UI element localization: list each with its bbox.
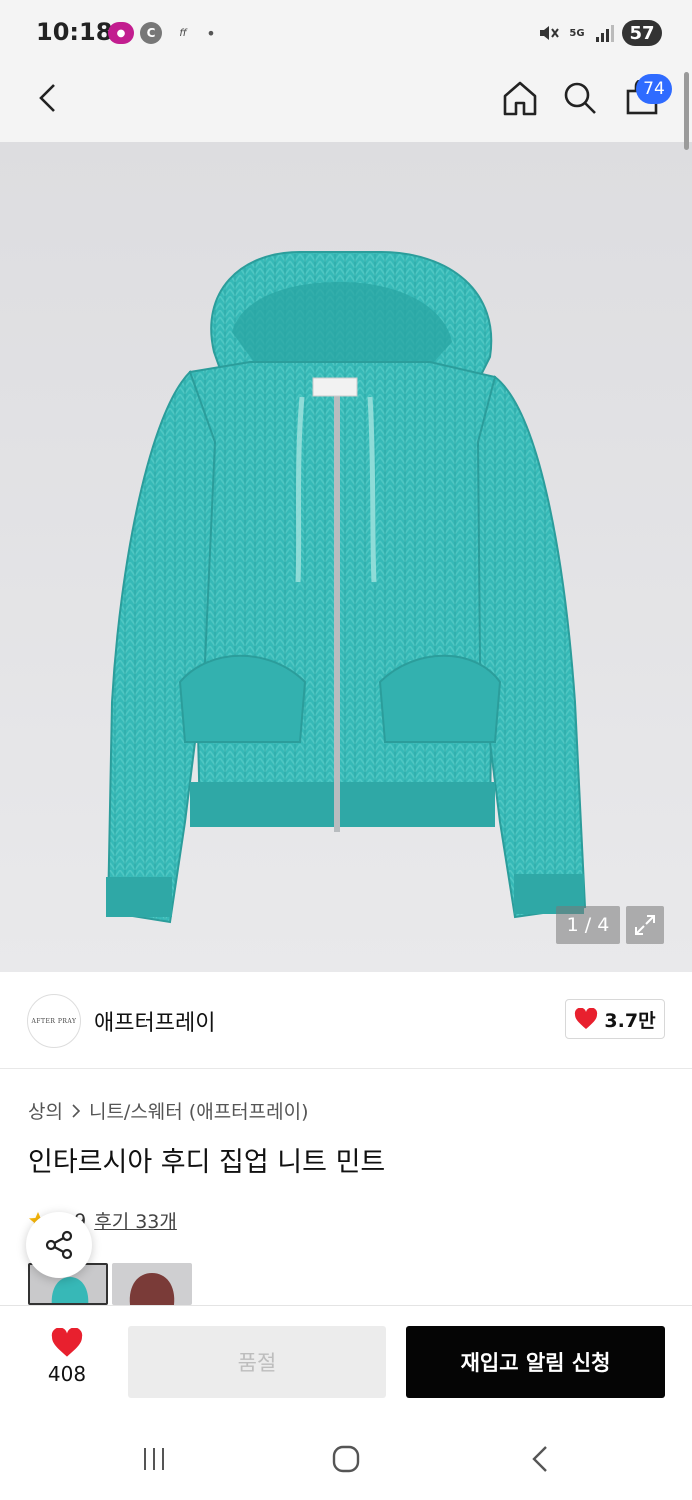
brand-row[interactable]: AFTER PRAY 애프터프레이 3.7만 [0, 972, 692, 1069]
breadcrumb-subcategory[interactable]: 니트/스웨터 (애프터프레이) [89, 1097, 309, 1124]
fullscreen-button[interactable] [626, 906, 664, 944]
search-icon [564, 82, 596, 114]
status-bar: 10:18 ● C ff • 5G 57 [0, 0, 692, 64]
back-nav-button[interactable] [516, 1435, 564, 1483]
back-nav-icon [532, 1446, 547, 1472]
share-icon [45, 1230, 73, 1260]
home-nav-button[interactable] [322, 1435, 370, 1483]
dot-icon: • [206, 23, 216, 43]
back-button[interactable] [24, 74, 72, 122]
system-nav-bar [0, 1417, 692, 1500]
brand-like-button[interactable]: 3.7만 [565, 999, 665, 1039]
product-image-gallery[interactable] [0, 142, 692, 972]
mute-icon [538, 22, 560, 44]
image-pager: 1 / 4 [556, 906, 620, 944]
signal-icon [594, 22, 616, 44]
home-nav-icon [332, 1445, 360, 1473]
breadcrumb-category[interactable]: 상의 [28, 1097, 63, 1124]
brand-name[interactable]: 애프터프레이 [94, 1005, 215, 1037]
busan-app-icon: ● [108, 22, 134, 44]
wishlist-button[interactable]: 408 [26, 1328, 108, 1394]
chevron-right-icon [72, 1103, 81, 1118]
search-button[interactable] [556, 74, 604, 122]
c-app-icon: C [140, 22, 162, 44]
fruits-app-icon: ff [179, 27, 187, 39]
product-photo [106, 251, 587, 924]
brand-logo-text: AFTER PRAY [31, 1017, 77, 1025]
review-count-link[interactable]: 후기 33개 [94, 1207, 177, 1234]
heart-icon [51, 1328, 83, 1357]
recent-apps-icon [144, 1448, 164, 1470]
restock-alert-button[interactable]: 재입고 알림 신청 [406, 1326, 665, 1398]
home-button[interactable] [496, 74, 544, 122]
recent-apps-button[interactable] [130, 1435, 178, 1483]
breadcrumb: 상의 니트/스웨터 (애프터프레이) [28, 1097, 309, 1124]
chevron-left-icon [39, 84, 55, 112]
cart-count-badge: 74 [636, 74, 672, 104]
wishlist-count: 408 [47, 1362, 87, 1386]
app-bar [0, 64, 692, 142]
variant-burgundy-swatch [129, 1273, 175, 1305]
page-scrollbar[interactable] [684, 72, 689, 150]
network-5g-icon: 5G [569, 27, 585, 39]
battery-indicator: 57 [622, 20, 662, 46]
share-button[interactable] [26, 1212, 92, 1278]
soldout-button: 품절 [128, 1326, 386, 1398]
brand-like-count: 3.7만 [604, 1009, 656, 1032]
product-title: 인타르시아 후디 집업 니트 민트 [28, 1147, 386, 1178]
status-time: 10:18 [36, 18, 113, 46]
variant-thumb-burgundy[interactable] [112, 1263, 192, 1305]
home-icon [503, 81, 537, 116]
brand-logo[interactable]: AFTER PRAY [27, 994, 81, 1048]
heart-icon [575, 1008, 598, 1029]
expand-icon [635, 915, 655, 935]
